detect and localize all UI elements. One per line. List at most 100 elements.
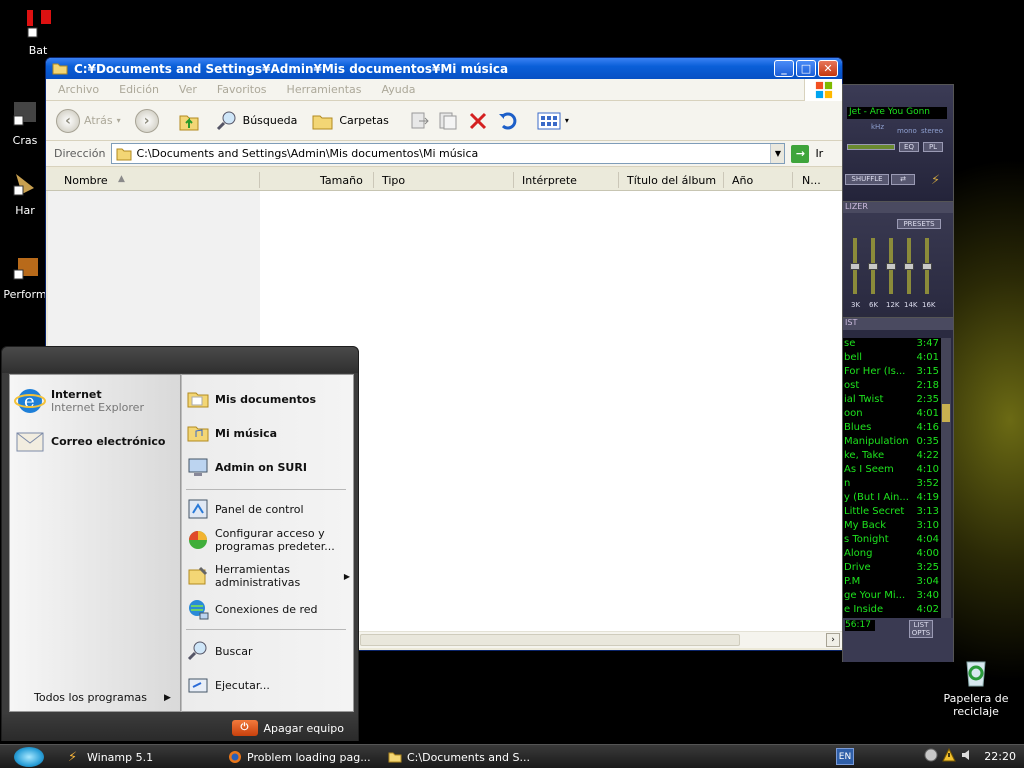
start-item-default-programs[interactable]: Configurar acceso y programas predeter..…	[186, 527, 346, 553]
playlist-item[interactable]: Little Secret 3:13	[843, 506, 939, 520]
search-button[interactable]: Búsqueda	[215, 109, 297, 133]
move-to-button[interactable]	[409, 110, 431, 132]
taskbar-item-winamp[interactable]: ⚡ Winamp 5.1	[68, 748, 153, 766]
eq-knob[interactable]	[868, 263, 878, 270]
desktop-icon-crash[interactable]: Cras	[0, 98, 50, 147]
folders-button[interactable]: Carpetas	[311, 109, 389, 133]
start-item-mis-documentos[interactable]: Mis documentos	[186, 387, 316, 411]
start-item-run[interactable]: Ejecutar...	[186, 673, 270, 697]
playlist-item[interactable]: Blues 4:16	[843, 422, 939, 436]
playlist-item[interactable]: y (But I Ain... 4:19	[843, 492, 939, 506]
eq-slider-3k[interactable]	[850, 238, 860, 294]
column-numero[interactable]: N...	[802, 174, 821, 187]
start-item-network[interactable]: Conexiones de red	[186, 597, 318, 621]
playlist-item[interactable]: For Her (Is... 3:15	[843, 366, 939, 380]
desktop-icon-recycle-bin[interactable]: Papelera de reciclaje	[938, 656, 1014, 718]
language-indicator[interactable]: EN	[836, 748, 854, 765]
playlist-scrollbar[interactable]	[941, 338, 951, 618]
up-folder-button[interactable]	[177, 109, 201, 133]
playlist-item[interactable]: ke, Take 4:22	[843, 450, 939, 464]
playlist-item[interactable]: e Inside 4:02	[843, 604, 939, 618]
desktop-icon-performance[interactable]: Perform	[0, 252, 50, 301]
scrollbar-thumb[interactable]	[360, 634, 740, 646]
start-menu[interactable]: e Internet Internet Explorer Correo elect…	[1, 346, 359, 741]
copy-to-button[interactable]	[437, 110, 459, 132]
menu-herramientas[interactable]: Herramientas	[287, 83, 362, 96]
shutdown-button[interactable]: ⏻ Apagar equipo	[231, 720, 344, 736]
column-interprete[interactable]: Intérprete	[522, 174, 577, 187]
list-opts-button[interactable]: LIST OPTS	[909, 620, 933, 638]
back-button[interactable]: ‹ Atrás ▾	[56, 108, 121, 133]
start-item-internet[interactable]: e Internet Internet Explorer	[14, 385, 144, 417]
address-dropdown-button[interactable]: ▼	[770, 144, 785, 163]
minimize-button[interactable]: _	[774, 60, 794, 77]
playlist-item[interactable]: Manipulation 0:35	[843, 436, 939, 450]
pl-toggle-button[interactable]: PL	[923, 142, 943, 152]
start-item-admin-tools[interactable]: Herramientas administrativas ▶	[186, 563, 350, 589]
column-ano[interactable]: Año	[732, 174, 753, 187]
eq-slider-6k[interactable]	[868, 238, 878, 294]
eq-slider-16k[interactable]	[922, 238, 932, 294]
playlist-item[interactable]: Along 4:00	[843, 548, 939, 562]
playlist-item[interactable]: Drive 3:25	[843, 562, 939, 576]
delete-button[interactable]	[467, 110, 489, 132]
security-warning-icon[interactable]	[942, 748, 956, 762]
playlist-item[interactable]: ge Your Mi... 3:40	[843, 590, 939, 604]
eq-knob[interactable]	[904, 263, 914, 270]
start-item-search[interactable]: Buscar	[186, 639, 253, 663]
go-button[interactable]: → Ir	[791, 144, 823, 163]
eq-slider-14k[interactable]	[904, 238, 914, 294]
start-item-mi-musica[interactable]: Mi música	[186, 421, 277, 445]
eq-slider-12k[interactable]	[886, 238, 896, 294]
start-item-admin-on-suri[interactable]: Admin on SURI	[186, 455, 307, 479]
maximize-button[interactable]: □	[796, 60, 816, 77]
desktop-icon-har[interactable]: Har	[0, 168, 50, 217]
playlist-item[interactable]: s Tonight 4:04	[843, 534, 939, 548]
playlist-item[interactable]: My Back 3:10	[843, 520, 939, 534]
winamp-window[interactable]: Jet - Are You Gonn kHz mono stereo EQ PL…	[842, 84, 954, 662]
menu-favoritos[interactable]: Favoritos	[217, 83, 267, 96]
playlist-item[interactable]: ost 2:18	[843, 380, 939, 394]
explorer-titlebar[interactable]: C:¥Documents and Settings¥Admin¥Mis docu…	[46, 58, 842, 79]
desktop-icon-bat[interactable]: Bat	[3, 8, 73, 57]
eq-knob[interactable]	[922, 263, 932, 270]
column-tamano[interactable]: Tamaño	[320, 174, 363, 187]
start-item-email[interactable]: Correo electrónico	[14, 425, 165, 457]
close-button[interactable]: ✕	[818, 60, 838, 77]
taskbar-item-explorer[interactable]: C:\Documents and S...	[388, 748, 530, 766]
eq-toggle-button[interactable]: EQ	[899, 142, 919, 152]
volume-slider[interactable]	[847, 144, 895, 150]
column-titulo-album[interactable]: Título del álbum	[627, 174, 716, 187]
repeat-button[interactable]: ⇄	[891, 174, 915, 185]
menu-edicion[interactable]: Edición	[119, 83, 159, 96]
playlist-item[interactable]: oon 4:01	[843, 408, 939, 422]
all-programs-button[interactable]: Todos los programas ▶	[34, 691, 171, 704]
volume-icon[interactable]	[960, 748, 974, 762]
playlist-item[interactable]: se 3:47	[843, 338, 939, 352]
scrollbar-thumb[interactable]	[942, 404, 950, 422]
playlist-item[interactable]: n 3:52	[843, 478, 939, 492]
playlist-item[interactable]: P.M 3:04	[843, 576, 939, 590]
column-nombre[interactable]: Nombre	[64, 174, 108, 187]
playlist-item[interactable]: As I Seem 4:10	[843, 464, 939, 478]
views-button[interactable]: ▾	[537, 111, 569, 131]
address-input[interactable]: C:\Documents and Settings\Admin\Mis docu…	[111, 143, 786, 164]
start-item-panel-control[interactable]: Panel de control	[186, 497, 304, 521]
menu-ver[interactable]: Ver	[179, 83, 197, 96]
playlist-item[interactable]: bell 4:01	[843, 352, 939, 366]
network-tray-icon[interactable]	[924, 748, 938, 762]
menu-archivo[interactable]: Archivo	[58, 83, 99, 96]
scroll-right-arrow-icon[interactable]: ›	[826, 633, 840, 647]
eq-knob[interactable]	[886, 263, 896, 270]
shuffle-button[interactable]: SHUFFLE	[845, 174, 889, 185]
taskbar-item-firefox[interactable]: Problem loading pag...	[228, 748, 371, 766]
presets-button[interactable]: PRESETS	[897, 219, 941, 229]
playlist-items[interactable]: se 3:47 bell 4:01 For Her (Is... 3:15 ost 2:18 i…	[843, 338, 941, 618]
menu-ayuda[interactable]: Ayuda	[381, 83, 415, 96]
forward-button[interactable]: ›	[134, 108, 159, 133]
column-tipo[interactable]: Tipo	[382, 174, 405, 187]
undo-button[interactable]	[497, 110, 519, 132]
start-button[interactable]	[14, 747, 44, 767]
eq-knob[interactable]	[850, 263, 860, 270]
playlist-item[interactable]: ial Twist 2:35	[843, 394, 939, 408]
